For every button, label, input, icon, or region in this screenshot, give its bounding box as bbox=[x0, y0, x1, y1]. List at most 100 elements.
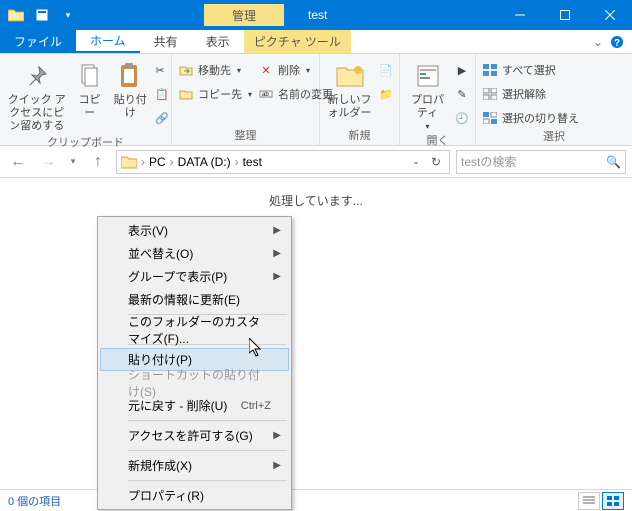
select-all-button[interactable]: すべて選択 bbox=[482, 60, 579, 80]
chevron-down-icon: ▾ bbox=[306, 66, 310, 75]
item-count: 0 個の項目 bbox=[8, 493, 61, 509]
submenu-arrow-icon: ▶ bbox=[273, 271, 281, 282]
easy-access-button[interactable]: 📁 bbox=[379, 84, 393, 104]
path-icon: 📋 bbox=[155, 86, 169, 102]
breadcrumb-folder[interactable]: test bbox=[243, 155, 262, 169]
breadcrumb-drive[interactable]: DATA (D:) bbox=[178, 155, 231, 169]
paste-button[interactable]: 貼り付け bbox=[111, 56, 149, 120]
view-tab[interactable]: 表示 bbox=[192, 30, 244, 53]
history-small-button[interactable]: 🕘 bbox=[455, 108, 469, 128]
file-tab[interactable]: ファイル bbox=[0, 30, 76, 53]
svg-text:ab: ab bbox=[262, 92, 269, 98]
invert-selection-button[interactable]: 選択の切り替え bbox=[482, 108, 579, 128]
minimize-button[interactable] bbox=[497, 0, 542, 30]
content-area[interactable]: 処理しています... bbox=[0, 178, 632, 489]
submenu-arrow-icon: ▶ bbox=[273, 460, 281, 471]
home-tab[interactable]: ホーム bbox=[76, 30, 140, 53]
refresh-icon[interactable]: ↻ bbox=[427, 155, 445, 169]
folder-icon bbox=[121, 155, 137, 169]
pin-to-quick-access-button[interactable]: クイック アクセスにピン留めする bbox=[6, 56, 67, 134]
share-tab[interactable]: 共有 bbox=[140, 30, 192, 53]
menu-separator bbox=[128, 480, 287, 481]
menu-item-undo[interactable]: 元に戻す - 削除(U)Ctrl+Z bbox=[100, 394, 289, 417]
recent-locations-button[interactable]: ▾ bbox=[66, 150, 80, 174]
maximize-button[interactable] bbox=[542, 0, 587, 30]
titlebar: ▾ 管理 test bbox=[0, 0, 632, 30]
menu-item-refresh[interactable]: 最新の情報に更新(E) bbox=[100, 288, 289, 311]
properties-icon bbox=[412, 60, 444, 92]
status-bar: 0 個の項目 bbox=[0, 489, 632, 511]
cut-small-button[interactable]: ✂ bbox=[155, 60, 165, 80]
picture-tools-tab[interactable]: ピクチャ ツール bbox=[244, 30, 351, 53]
copy-to-button[interactable]: コピー先▾ bbox=[178, 84, 252, 104]
new-group-label: 新規 bbox=[326, 127, 393, 145]
menu-separator bbox=[128, 450, 287, 451]
new-folder-button[interactable]: 新しいフォルダー bbox=[326, 56, 373, 120]
close-button[interactable] bbox=[587, 0, 632, 30]
menu-item-customize[interactable]: このフォルダーのカスタマイズ(F)... bbox=[100, 318, 289, 341]
select-none-button[interactable]: 選択解除 bbox=[482, 84, 579, 104]
search-box[interactable]: testの検索 🔍 bbox=[456, 150, 626, 174]
pin-icon bbox=[21, 60, 53, 92]
properties-button[interactable]: プロパティ▾ bbox=[406, 56, 449, 132]
context-menu: 表示(V)▶ 並べ替え(O)▶ グループで表示(P)▶ 最新の情報に更新(E) … bbox=[97, 216, 292, 510]
move-icon bbox=[178, 62, 194, 78]
copy-to-icon bbox=[178, 86, 194, 102]
up-button[interactable]: ↑ bbox=[86, 150, 110, 174]
copy-path-small-button[interactable]: 📋 bbox=[155, 84, 165, 104]
select-group-label: 選択 bbox=[482, 128, 626, 146]
move-to-button[interactable]: 移動先▾ bbox=[178, 60, 252, 80]
forward-button[interactable]: → bbox=[36, 150, 60, 174]
search-icon: 🔍 bbox=[606, 155, 621, 169]
breadcrumb-pc[interactable]: PC bbox=[149, 155, 166, 169]
qat-dropdown-icon[interactable]: ▾ bbox=[56, 4, 80, 26]
copy-icon bbox=[73, 60, 105, 92]
select-all-icon bbox=[482, 62, 498, 78]
chevron-right-icon[interactable]: › bbox=[233, 155, 241, 169]
menu-item-new[interactable]: 新規作成(X)▶ bbox=[100, 454, 289, 477]
easy-access-icon: 📁 bbox=[379, 86, 393, 102]
chevron-down-icon: ▾ bbox=[237, 66, 241, 75]
chevron-right-icon[interactable]: › bbox=[168, 155, 176, 169]
window-title: test bbox=[308, 8, 327, 22]
submenu-arrow-icon: ▶ bbox=[273, 225, 281, 236]
open-group-label: 開く bbox=[406, 132, 469, 150]
back-button[interactable]: ← bbox=[6, 150, 30, 174]
open-small-button[interactable]: ▶ bbox=[455, 60, 469, 80]
address-bar[interactable]: › PC › DATA (D:) › test ⌄ ↻ bbox=[116, 150, 450, 174]
new-item-icon: 📄 bbox=[379, 62, 393, 78]
invert-icon bbox=[482, 110, 498, 126]
copy-button[interactable]: コピー bbox=[73, 56, 105, 120]
edit-icon: ✎ bbox=[455, 86, 469, 102]
search-placeholder: testの検索 bbox=[461, 153, 516, 170]
ribbon-collapse-icon[interactable]: ⌄ bbox=[588, 30, 608, 53]
cut-icon: ✂ bbox=[155, 62, 165, 78]
ribbon-tabs: ファイル ホーム 共有 表示 ピクチャ ツール ⌄ ? bbox=[0, 30, 632, 54]
processing-label: 処理しています... bbox=[0, 178, 632, 209]
address-dropdown-icon[interactable]: ⌄ bbox=[407, 156, 425, 167]
chevron-right-icon[interactable]: › bbox=[139, 155, 147, 169]
history-icon: 🕘 bbox=[455, 110, 469, 126]
chevron-down-icon: ▾ bbox=[248, 90, 252, 99]
shortcut-icon: 🔗 bbox=[155, 110, 169, 126]
details-view-button[interactable] bbox=[578, 492, 600, 510]
menu-item-view[interactable]: 表示(V)▶ bbox=[100, 219, 289, 242]
new-item-button[interactable]: 📄 bbox=[379, 60, 393, 80]
submenu-arrow-icon: ▶ bbox=[273, 248, 281, 259]
submenu-arrow-icon: ▶ bbox=[273, 430, 281, 441]
menu-separator bbox=[128, 420, 287, 421]
large-icons-view-button[interactable] bbox=[602, 492, 624, 510]
menu-item-properties[interactable]: プロパティ(R) bbox=[100, 484, 289, 507]
paste-shortcut-small-button[interactable]: 🔗 bbox=[155, 108, 165, 128]
edit-small-button[interactable]: ✎ bbox=[455, 84, 469, 104]
properties-qat-icon[interactable] bbox=[30, 4, 54, 26]
menu-item-paste-shortcut: ショートカットの貼り付け(S) bbox=[100, 371, 289, 394]
menu-item-sort[interactable]: 並べ替え(O)▶ bbox=[100, 242, 289, 265]
menu-item-group[interactable]: グループで表示(P)▶ bbox=[100, 265, 289, 288]
rename-icon: ab bbox=[258, 86, 274, 102]
folder-icon[interactable] bbox=[4, 4, 28, 26]
svg-text:?: ? bbox=[614, 38, 620, 49]
help-icon[interactable]: ? bbox=[608, 30, 632, 53]
contextual-tab-header: 管理 bbox=[204, 4, 284, 26]
menu-item-grant-access[interactable]: アクセスを許可する(G)▶ bbox=[100, 424, 289, 447]
